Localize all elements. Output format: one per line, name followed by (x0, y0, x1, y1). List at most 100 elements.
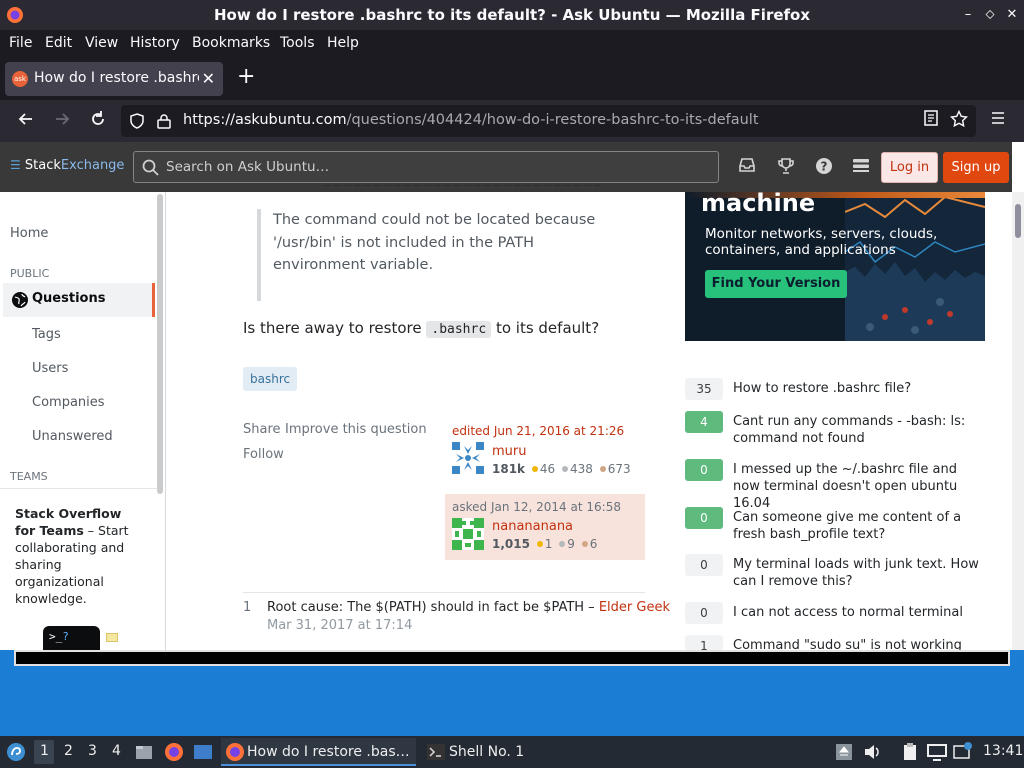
menu-bookmarks[interactable]: Bookmarks (192, 35, 270, 51)
upload-tray-icon[interactable] (834, 742, 854, 762)
workspace-4[interactable]: 4 (112, 743, 121, 759)
forward-arrow-icon[interactable] (51, 110, 73, 132)
related-title[interactable]: Command "sudo su" is not working (733, 637, 985, 650)
related-title[interactable]: Cant run any commands - -bash: ls: comma… (733, 413, 985, 447)
related-title[interactable]: How to restore .bashrc file? (733, 380, 985, 397)
menu-edit[interactable]: Edit (45, 35, 72, 51)
workspace-1[interactable]: 1 (40, 743, 49, 759)
question-text: Is there away to restore .bashrc to its … (243, 319, 600, 338)
navigation-toolbar: https://askubuntu.com/questions/404424/h… (0, 100, 1024, 142)
page-scrollbar-thumb[interactable] (1015, 204, 1021, 238)
asked-timestamp[interactable]: asked Jan 12, 2014 at 16:58 (452, 500, 621, 514)
related-title[interactable]: I messed up the ~/.bashrc file and now t… (733, 461, 985, 512)
menu-tools[interactable]: Tools (280, 35, 315, 51)
related-score: 0 (685, 602, 723, 624)
stackexchange-logo[interactable]: ☰ StackExchange (10, 158, 124, 173)
sidebar-item-users[interactable]: Users (32, 361, 68, 376)
maximize-button[interactable]: ⬦ (982, 7, 998, 23)
volume-icon[interactable] (862, 742, 882, 762)
new-tab-button[interactable]: + (237, 66, 255, 88)
clipboard-icon[interactable] (900, 742, 920, 762)
url-text[interactable]: https://askubuntu.com/questions/404424/h… (183, 112, 759, 128)
question-text-after: to its default? (495, 319, 600, 337)
background-terminal-window[interactable] (14, 650, 1010, 666)
globe-icon (12, 292, 28, 308)
question-blockquote: The command could not be located because… (257, 209, 627, 301)
related-title[interactable]: I can not access to normal terminal (733, 604, 985, 621)
tab-askubuntu[interactable]: ask How do I restore .bashrc ✕ (5, 62, 223, 96)
sidebar-item-questions[interactable]: Questions (3, 283, 155, 317)
comment-author[interactable]: Elder Geek (599, 600, 670, 615)
comment-text: Root cause: The $(PATH) should in fact b… (267, 600, 595, 615)
follow-link[interactable]: Follow (243, 447, 284, 462)
comment-item: 1 Root cause: The $(PATH) should in fact … (243, 600, 670, 633)
menu-history[interactable]: History (130, 35, 180, 51)
url-bar[interactable]: https://askubuntu.com/questions/404424/h… (121, 105, 976, 137)
menu-file[interactable]: File (9, 35, 32, 51)
achievements-trophy-icon[interactable] (776, 157, 796, 179)
tracking-protection-shield-icon[interactable] (129, 113, 145, 129)
editor-rep-score: 181k (492, 462, 526, 476)
speech-bubble-icon (106, 633, 118, 642)
ad-cta-button[interactable]: Find Your Version (705, 270, 847, 298)
asker-reputation: 1,015 1 9 6 (492, 537, 597, 551)
file-manager-icon[interactable] (134, 742, 154, 762)
menu-view[interactable]: View (85, 35, 118, 51)
minimize-button[interactable]: – (960, 7, 976, 23)
taskbar-window-firefox[interactable]: How do I restore .bas… (221, 738, 416, 766)
menubar: File Edit View History Bookmarks Tools H… (0, 30, 1024, 58)
reader-view-icon[interactable] (920, 110, 942, 132)
editor-name[interactable]: muru (492, 444, 527, 459)
taskbar-window-shell[interactable]: Shell No. 1 (423, 738, 553, 766)
signup-button[interactable]: Sign up (943, 152, 1009, 183)
sidebar-advertisement[interactable]: machine Monitor networks, servers, cloud… (685, 192, 985, 341)
url-path: /questions/404424/how-do-i-restore-bashr… (346, 112, 759, 128)
share-link[interactable]: Share (243, 422, 281, 437)
window-title: How do I restore .bashrc to its default?… (213, 6, 811, 24)
firefox-launcher-icon[interactable] (164, 742, 184, 762)
taskbar-window-firefox-label: How do I restore .bas… (247, 744, 410, 760)
sidebar-item-tags[interactable]: Tags (32, 327, 61, 342)
display-icon[interactable] (927, 742, 947, 762)
silver-badge-icon (561, 466, 568, 472)
menu-help[interactable]: Help (327, 35, 359, 51)
back-arrow-icon[interactable] (15, 110, 37, 132)
help-icon[interactable]: ? (814, 157, 834, 179)
related-title[interactable]: My terminal loads with junk text. How ca… (733, 556, 985, 590)
editor-avatar[interactable] (452, 442, 484, 474)
close-window-button[interactable]: ✕ (1004, 7, 1020, 23)
hamburger-menu-icon[interactable] (987, 110, 1009, 132)
sidebar-item-home[interactable]: Home (10, 226, 48, 241)
asker-name[interactable]: nanananana (492, 519, 573, 534)
reload-icon[interactable] (87, 110, 109, 132)
lock-icon[interactable] (157, 113, 171, 129)
desktop-icon[interactable] (193, 742, 213, 762)
bookmark-star-icon[interactable] (948, 109, 970, 132)
site-search-input[interactable]: Search on Ask Ubuntu… (133, 151, 719, 183)
comment-timestamp[interactable]: Mar 31, 2017 at 17:14 (267, 618, 412, 633)
inbox-icon[interactable] (737, 157, 757, 177)
improve-question-link[interactable]: Improve this question (285, 422, 427, 437)
login-button[interactable]: Log in (881, 152, 938, 183)
left-sidebar: Home PUBLIC Questions Tags Users Compani… (0, 192, 166, 650)
asker-card: asked Jan 12, 2014 at 16:58 nanananana 1… (445, 494, 645, 560)
related-title[interactable]: Can someone give me content of a fresh b… (733, 509, 985, 543)
sidebar-scrollbar[interactable] (157, 194, 163, 494)
editor-gold-count: 46 (539, 462, 556, 476)
sidebar-item-companies[interactable]: Companies (32, 395, 105, 410)
sidebar-item-unanswered[interactable]: Unanswered (32, 429, 113, 444)
question-text-before: Is there away to restore (243, 319, 422, 337)
tab-close-icon[interactable]: ✕ (202, 69, 215, 88)
workspace-2[interactable]: 2 (64, 743, 73, 759)
logo-stack-icon: ☰ (10, 158, 21, 172)
notification-icon[interactable] (953, 742, 973, 762)
asker-avatar[interactable] (452, 518, 484, 550)
teams-promo: Stack Overflow for Teams – Start collabo… (15, 505, 145, 607)
edited-timestamp[interactable]: edited Jun 21, 2016 at 21:26 (452, 424, 624, 438)
firefox-window-icon (226, 743, 244, 761)
site-switcher-icon[interactable] (851, 157, 871, 179)
page-scrollbar[interactable] (1012, 192, 1024, 650)
start-menu-icon[interactable] (6, 742, 26, 762)
workspace-3[interactable]: 3 (88, 743, 97, 759)
tag-bashrc[interactable]: bashrc (243, 367, 298, 391)
